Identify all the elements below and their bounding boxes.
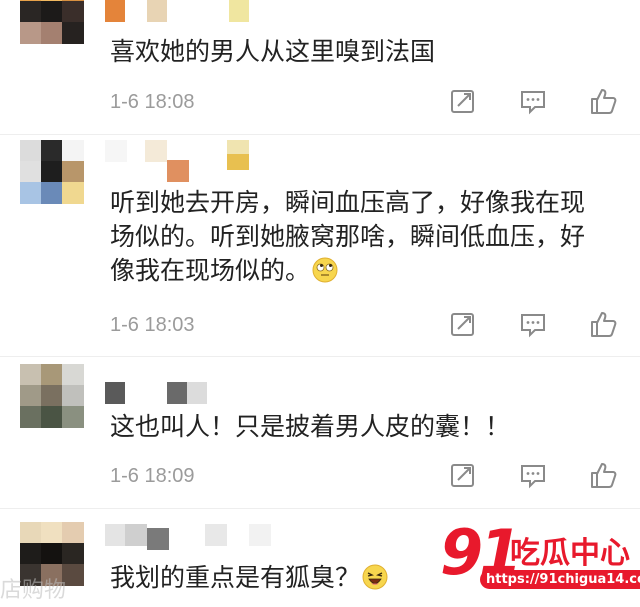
- share-icon[interactable]: [448, 309, 478, 339]
- laughing-emoji: [362, 564, 388, 590]
- comment-icon[interactable]: [518, 309, 548, 339]
- comment-actions: [448, 460, 618, 490]
- watermark-url: https://91chigua14.com: [480, 570, 640, 589]
- share-icon[interactable]: [448, 86, 478, 116]
- comment-icon[interactable]: [518, 86, 548, 116]
- ghost-text: 店购物: [0, 578, 67, 603]
- comment-text-line: 场似的。听到她腋窝那啥，瞬间低血压，好: [110, 222, 586, 251]
- comment-text: 喜欢她的男人从这里嗅到法国: [110, 37, 436, 66]
- share-icon[interactable]: [448, 460, 478, 490]
- avatar[interactable]: [20, 140, 84, 204]
- comment-text-line: 像我在现场似的。: [110, 254, 620, 288]
- comment-time: 1-6 18:09: [110, 465, 195, 487]
- eye-roll-emoji: [312, 257, 338, 283]
- divider: [0, 356, 640, 357]
- comment-actions: [448, 86, 618, 116]
- watermark-name: 吃瓜中心: [510, 536, 630, 571]
- avatar[interactable]: [20, 364, 84, 428]
- comment-text: 这也叫人！只是披着男人皮的囊！！: [110, 412, 511, 441]
- thumbs-up-icon[interactable]: [588, 460, 618, 490]
- watermark-logo: 91 吃瓜中心 https://91chigua14.com: [440, 516, 640, 607]
- avatar[interactable]: [20, 0, 84, 44]
- comment-icon[interactable]: [518, 460, 548, 490]
- thumbs-up-icon[interactable]: [588, 86, 618, 116]
- comment-time: 1-6 18:03: [110, 314, 195, 336]
- divider: [0, 508, 640, 509]
- comment-actions: [448, 309, 618, 339]
- comment-time: 1-6 18:08: [110, 91, 195, 113]
- comment-text-line: 听到她去开房，瞬间血压高了，好像我在现: [110, 188, 586, 217]
- divider: [0, 134, 640, 135]
- thumbs-up-icon[interactable]: [588, 309, 618, 339]
- comment-text: 听到她去开房，瞬间血压高了，好像我在现 场似的。听到她腋窝那啥，瞬间低血压，好 …: [110, 186, 620, 288]
